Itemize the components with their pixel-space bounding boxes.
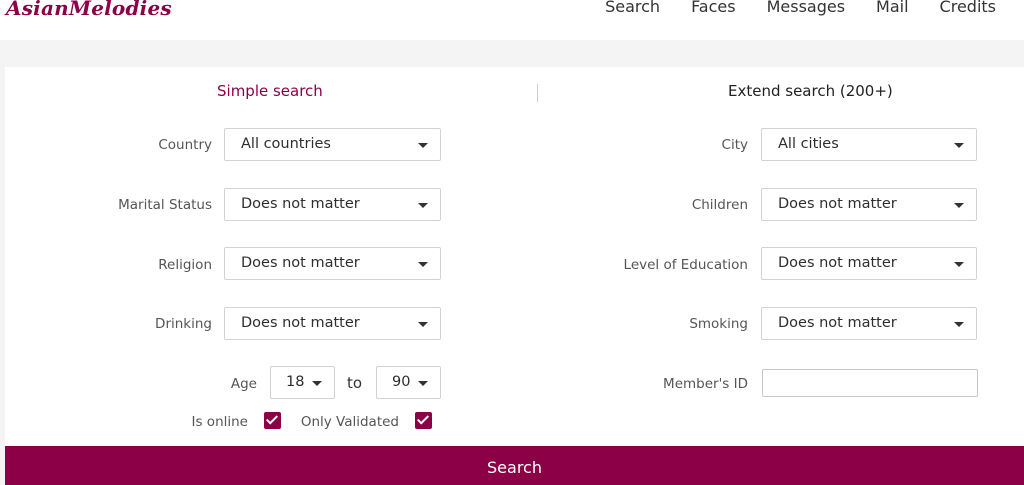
chevron-down-icon: [418, 203, 428, 208]
search-button[interactable]: Search: [5, 446, 1024, 485]
nav-messages[interactable]: Messages: [767, 0, 845, 16]
smoking-value: Does not matter: [778, 315, 897, 331]
site-logo[interactable]: AsianMelodies: [6, 0, 172, 20]
children-label: Children: [691, 197, 748, 213]
country-value: All countries: [241, 136, 331, 152]
marital-status-select[interactable]: Does not matter: [224, 188, 441, 221]
country-label: Country: [158, 137, 212, 153]
education-value: Does not matter: [778, 255, 897, 271]
chevron-down-icon: [954, 143, 964, 148]
chevron-down-icon: [418, 381, 428, 386]
is-online-label: Is online: [191, 414, 249, 430]
smoking-select[interactable]: Does not matter: [761, 307, 977, 340]
chevron-down-icon: [418, 262, 428, 267]
religion-value: Does not matter: [241, 255, 360, 271]
age-from-select[interactable]: 18: [270, 366, 335, 399]
drinking-label: Drinking: [155, 316, 212, 332]
nav-search[interactable]: Search: [605, 0, 660, 16]
chevron-down-icon: [954, 203, 964, 208]
city-value: All cities: [778, 136, 839, 152]
tab-divider: [537, 84, 538, 102]
children-value: Does not matter: [778, 196, 897, 212]
search-panel: Simple search Extend search (200+) Count…: [5, 67, 1024, 485]
chevron-down-icon: [418, 322, 428, 327]
age-from-value: 18: [286, 374, 305, 390]
children-select[interactable]: Does not matter: [761, 188, 977, 221]
drinking-select[interactable]: Does not matter: [224, 307, 441, 340]
marital-status-label: Marital Status: [118, 197, 212, 213]
age-to-value: 90: [392, 374, 411, 390]
only-validated-checkbox[interactable]: [415, 412, 432, 429]
education-select[interactable]: Does not matter: [761, 247, 977, 280]
chevron-down-icon: [312, 381, 322, 386]
country-select[interactable]: All countries: [224, 128, 441, 161]
city-select[interactable]: All cities: [761, 128, 977, 161]
nav-faces[interactable]: Faces: [691, 0, 736, 16]
only-validated-label: Only Validated: [300, 414, 399, 430]
age-to-label: to: [347, 374, 363, 392]
religion-label: Religion: [158, 257, 212, 273]
tab-simple-search[interactable]: Simple search: [217, 82, 323, 100]
top-header: AsianMelodies Search Faces Messages Mail…: [0, 0, 1024, 40]
drinking-value: Does not matter: [241, 315, 360, 331]
nav-credits[interactable]: Credits: [940, 0, 996, 16]
smoking-label: Smoking: [689, 316, 748, 332]
is-online-checkbox[interactable]: [264, 412, 281, 429]
nav-mail[interactable]: Mail: [876, 0, 909, 16]
age-label: Age: [230, 376, 257, 392]
member-id-input[interactable]: [762, 369, 978, 397]
chevron-down-icon: [954, 322, 964, 327]
tab-extend-search[interactable]: Extend search (200+): [728, 82, 893, 100]
main-nav: Search Faces Messages Mail Credits: [574, 0, 996, 16]
chevron-down-icon: [954, 262, 964, 267]
chevron-down-icon: [418, 143, 428, 148]
member-id-label: Member's ID: [663, 376, 748, 392]
marital-status-value: Does not matter: [241, 196, 360, 212]
age-to-select[interactable]: 90: [376, 366, 441, 399]
city-label: City: [721, 137, 748, 153]
religion-select[interactable]: Does not matter: [224, 247, 441, 280]
education-label: Level of Education: [623, 257, 748, 273]
